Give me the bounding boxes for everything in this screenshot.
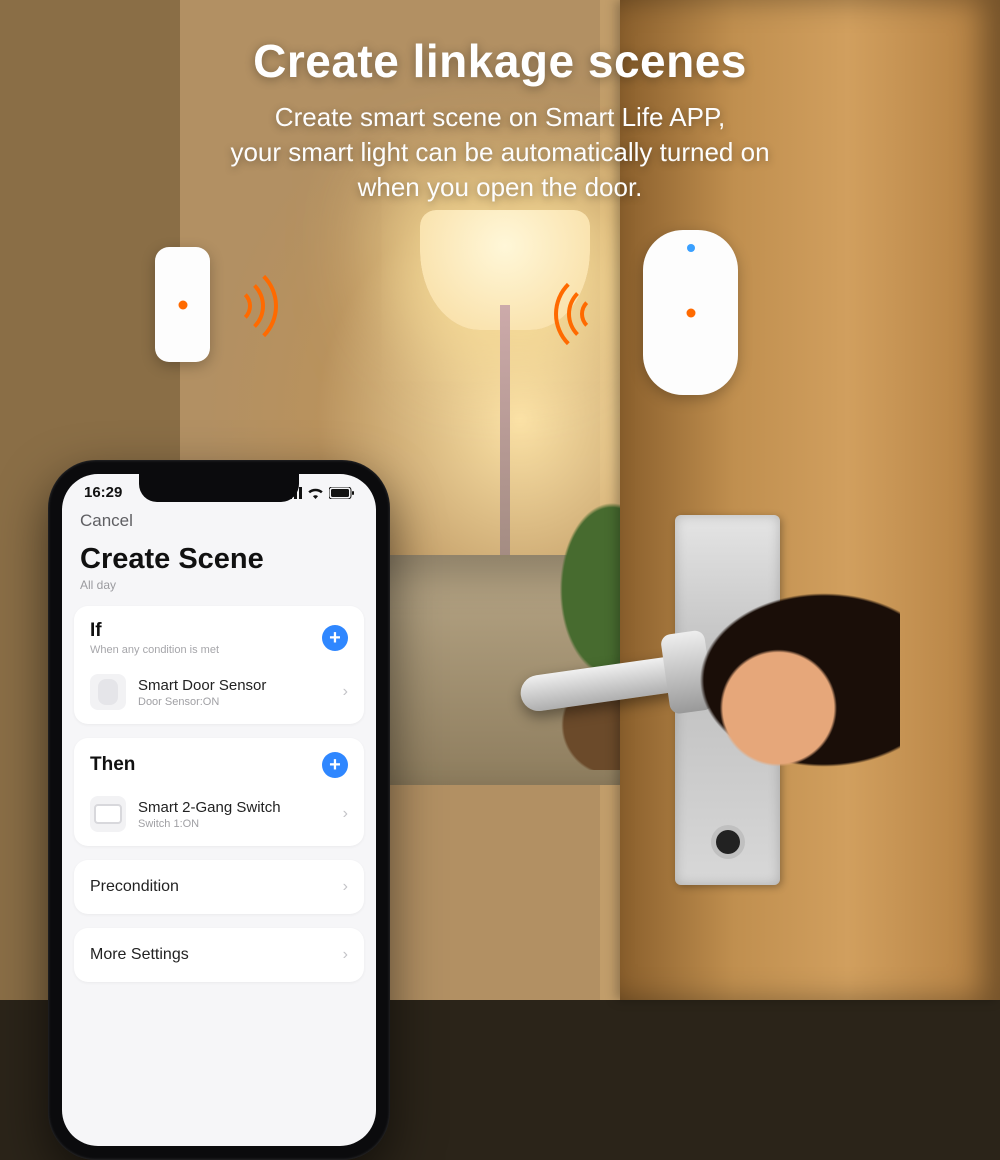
door-sensor-magnet bbox=[155, 247, 210, 362]
promo-canvas: Create linkage scenes Create smart scene… bbox=[0, 0, 1000, 1000]
page-subtitle: All day bbox=[62, 576, 376, 606]
precondition-label: Precondition bbox=[90, 878, 179, 896]
condition-device-name: Smart Door Sensor bbox=[138, 677, 266, 694]
phone-screen: 16:29 Cancel Create Scene All day If Whe… bbox=[62, 474, 376, 1146]
keyhole-icon bbox=[716, 830, 740, 854]
add-action-button[interactable]: + bbox=[322, 752, 348, 778]
action-row[interactable]: Smart 2-Gang Switch Switch 1:ON › bbox=[74, 782, 364, 846]
phone-notch bbox=[139, 474, 299, 502]
status-time: 16:29 bbox=[84, 484, 122, 501]
hero-subtitle: Create smart scene on Smart Life APP,you… bbox=[90, 100, 910, 205]
chevron-right-icon: › bbox=[343, 805, 348, 823]
chevron-right-icon: › bbox=[343, 878, 348, 896]
hero-title: Create linkage scenes bbox=[0, 34, 1000, 88]
more-settings-row[interactable]: More Settings › bbox=[74, 928, 364, 982]
if-section: If When any condition is met + Smart Doo… bbox=[74, 606, 364, 724]
switch-icon bbox=[90, 796, 126, 832]
condition-device-state: Door Sensor:ON bbox=[138, 696, 266, 708]
more-settings-label: More Settings bbox=[90, 946, 189, 964]
page-title: Create Scene bbox=[62, 541, 376, 576]
door-sensor-main bbox=[643, 230, 738, 395]
nav-bar: Cancel bbox=[62, 505, 376, 541]
precondition-row[interactable]: Precondition › bbox=[74, 860, 364, 914]
wifi-icon bbox=[307, 487, 324, 499]
if-hint: When any condition is met bbox=[90, 644, 219, 656]
action-device-state: Switch 1:ON bbox=[138, 818, 281, 830]
chevron-right-icon: › bbox=[343, 683, 348, 701]
if-title: If bbox=[90, 620, 219, 642]
then-section: Then + Smart 2-Gang Switch Switch 1:ON › bbox=[74, 738, 364, 846]
action-device-name: Smart 2-Gang Switch bbox=[138, 799, 281, 816]
then-title: Then bbox=[90, 754, 135, 776]
phone-mockup: 16:29 Cancel Create Scene All day If Whe… bbox=[48, 460, 390, 1160]
add-condition-button[interactable]: + bbox=[322, 625, 348, 651]
chevron-right-icon: › bbox=[343, 946, 348, 964]
condition-row[interactable]: Smart Door Sensor Door Sensor:ON › bbox=[74, 660, 364, 724]
door-sensor-icon bbox=[90, 674, 126, 710]
battery-icon bbox=[329, 487, 354, 499]
cancel-button[interactable]: Cancel bbox=[80, 511, 133, 530]
hand-reaching bbox=[520, 540, 900, 820]
